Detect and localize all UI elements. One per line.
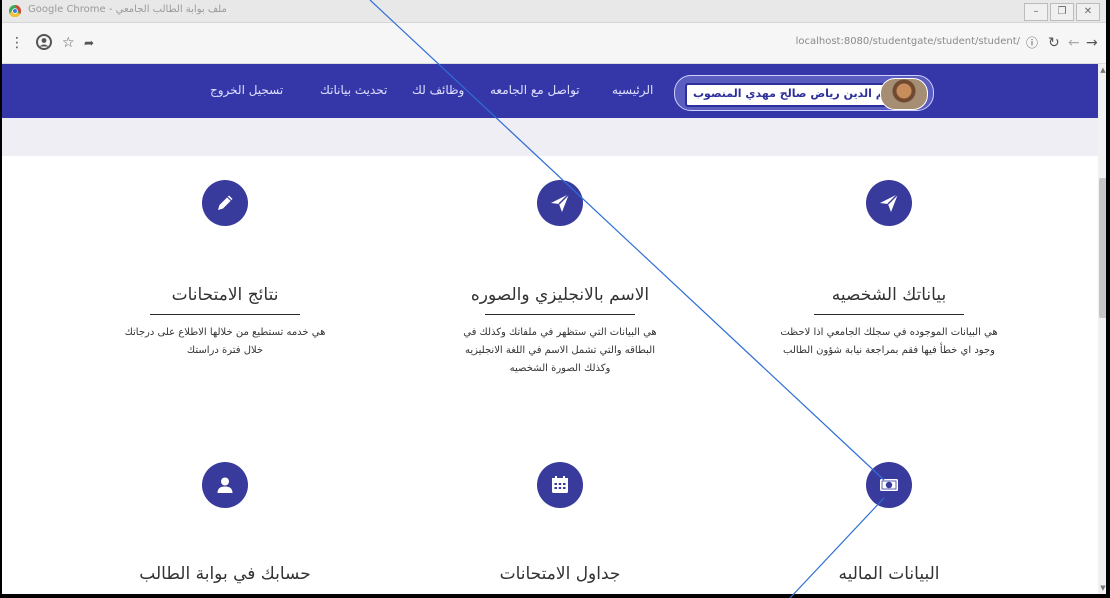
exam-results-card-desc: هي خدمه تستطيع من خلالها الاطلاع على درج… (90, 324, 360, 360)
user-icon (217, 477, 233, 493)
account-icon[interactable] (36, 34, 52, 55)
card-desc-line: هي البيانات الموجوده في سجلك الجامعي اذا… (780, 327, 998, 338)
portal-account-card-title[interactable]: حسابك في بوابة الطالب (75, 564, 375, 584)
bookmark-star-icon[interactable]: ☆ (62, 34, 75, 52)
portal-account-card-icon[interactable] (202, 462, 248, 508)
window-title: Google Chrome - ملف بوابة الطالب الجامعي (28, 4, 227, 15)
browser-window: Google Chrome - ملف بوابة الطالب الجامعي… (2, 0, 1106, 594)
card-desc-line: هي خدمه تستطيع من خلالها الاطلاع على درج… (124, 327, 326, 338)
financial-data-card-title[interactable]: البيانات الماليه (739, 564, 1039, 584)
user-avatar (880, 78, 928, 110)
nav-logout[interactable]: تسجيل الخروج (210, 83, 283, 97)
english-name-photo-card-desc: هي البيانات التي ستظهر في ملفاتك وكذلك ف… (425, 324, 695, 378)
english-name-photo-card-title[interactable]: الاسم بالانجليزي والصوره (410, 285, 710, 305)
browser-toolbar: ⋮ ☆ ➦ localhost:8080/studentgate/student… (2, 23, 1106, 64)
personal-data-card-desc: هي البيانات الموجوده في سجلك الجامعي اذا… (754, 324, 1024, 360)
calendar-icon (552, 476, 568, 493)
maximize-button[interactable]: ❐ (1050, 3, 1074, 21)
extension-icon[interactable]: ➦ (84, 34, 94, 52)
personal-data-card-icon[interactable] (866, 180, 912, 226)
page-scrollbar[interactable]: ▲ ▼ (1098, 64, 1106, 594)
scrollbar-thumb[interactable] (1099, 178, 1106, 318)
pencil-icon (218, 195, 233, 210)
exam-results-card-icon[interactable] (202, 180, 248, 226)
paper-plane-icon (551, 193, 570, 212)
exam-schedule-card-title[interactable]: جداول الامتحانات (410, 564, 710, 584)
card-title-underline (814, 314, 964, 315)
menu-icon[interactable]: ⋮ (10, 34, 24, 52)
site-navbar: تسجيل الخروج تحديث بياناتك وظائف لك تواص… (2, 64, 1098, 118)
user-name-label: نجم الدين رياض صالح مهدي المنصوب (685, 83, 905, 107)
forward-icon[interactable]: → (1086, 34, 1098, 52)
card-desc-line: وجود اي خطأ فيها فقم بمراجعة نيابة شؤون … (783, 345, 995, 356)
english-name-photo-card-icon[interactable] (537, 180, 583, 226)
personal-data-card-title[interactable]: بياناتك الشخصيه (739, 285, 1039, 305)
card-title-underline (485, 314, 635, 315)
reload-icon[interactable]: ↻ (1048, 34, 1060, 52)
exam-results-card-title[interactable]: نتائج الامتحانات (75, 285, 375, 305)
info-icon[interactable]: ⓘ (1026, 34, 1038, 52)
user-profile-pill[interactable]: نجم الدين رياض صالح مهدي المنصوب (674, 75, 934, 111)
nav-jobs[interactable]: وظائف لك (412, 83, 464, 97)
close-button[interactable]: ✕ (1076, 3, 1100, 21)
exam-schedule-card-icon[interactable] (537, 462, 583, 508)
scroll-down-arrow-icon[interactable]: ▼ (1098, 584, 1106, 592)
window-title-bar: Google Chrome - ملف بوابة الطالب الجامعي… (2, 0, 1106, 23)
money-icon (880, 479, 898, 491)
card-desc-line: وكذلك الصورة الشخصيه (509, 363, 611, 374)
card-desc-line: خلال فترة دراستك (186, 345, 264, 356)
paper-plane-icon (880, 193, 899, 212)
scroll-up-arrow-icon[interactable]: ▲ (1098, 66, 1106, 74)
nav-update-data[interactable]: تحديث بياناتك (320, 83, 387, 97)
address-bar-url[interactable]: localhost:8080/studentgate/student/stude… (796, 36, 1020, 47)
nav-contact-university[interactable]: تواصل مع الجامعه (490, 83, 580, 97)
financial-data-card-icon[interactable] (866, 462, 912, 508)
card-desc-line: هي البيانات التي ستظهر في ملفاتك وكذلك ف… (463, 327, 657, 338)
back-icon[interactable]: ← (1068, 34, 1080, 52)
minimize-button[interactable]: – (1024, 3, 1048, 21)
card-desc-line: البطاقه والتي تشمل الاسم في اللغة الانجل… (464, 345, 656, 356)
card-title-underline (150, 314, 300, 315)
nav-home[interactable]: الرئيسيه (612, 83, 653, 97)
header-spacer-band (2, 118, 1098, 156)
chrome-logo-icon (9, 4, 22, 18)
